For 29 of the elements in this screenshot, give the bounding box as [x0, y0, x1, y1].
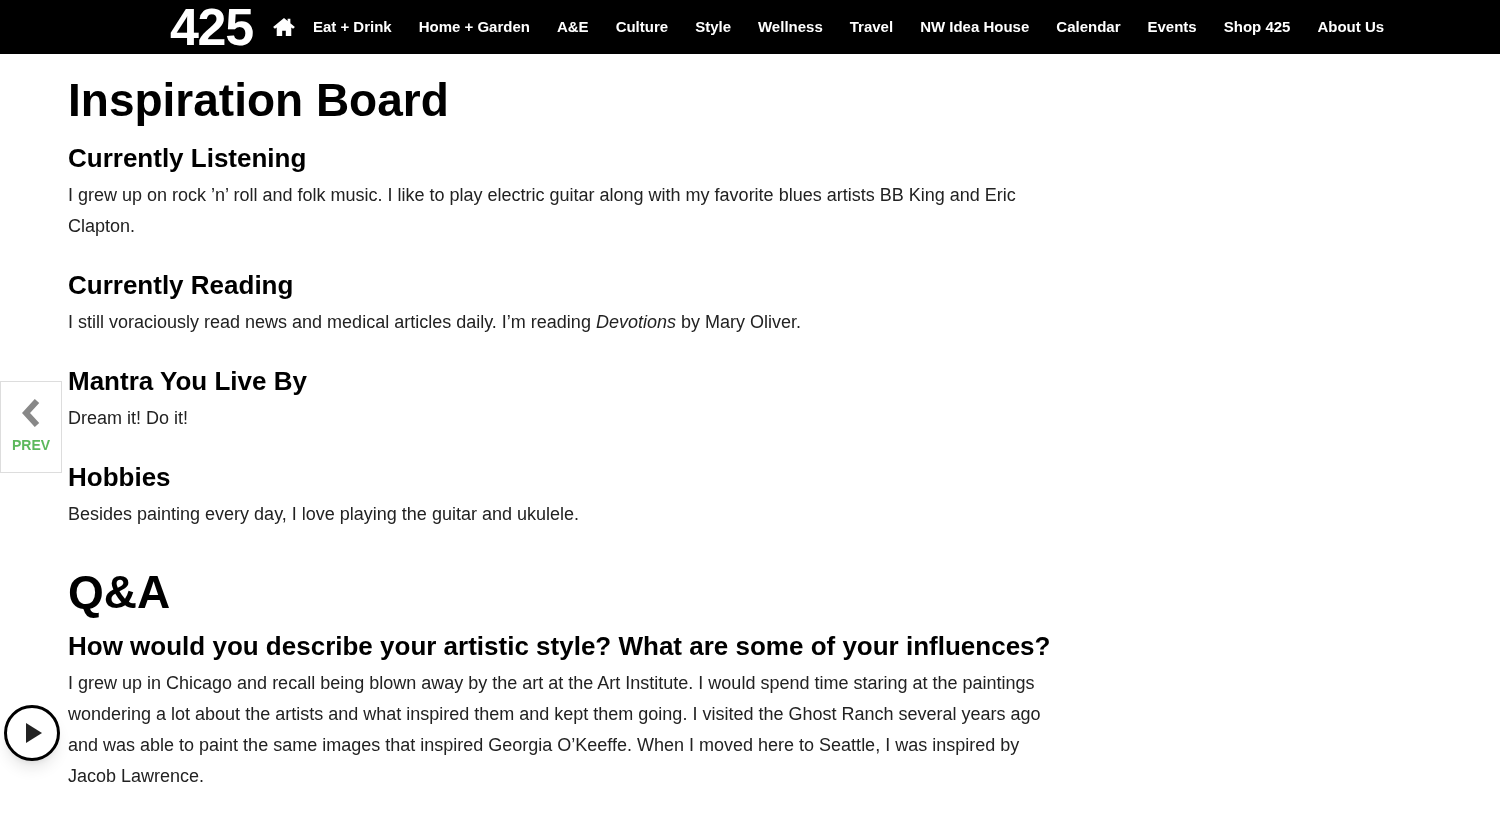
section-heading: Currently Listening — [68, 142, 308, 175]
nav-link[interactable]: Home + Garden — [418, 15, 530, 39]
nav-link[interactable]: Eat + Drink — [312, 15, 392, 39]
nav-link[interactable]: Events — [1147, 15, 1197, 39]
paragraph: Besides painting every day, I love playing the guitar and ukulele. — [68, 503, 580, 526]
nav-link[interactable]: Calendar — [1056, 15, 1121, 39]
page-title: Inspiration Board — [68, 73, 450, 128]
nav-link[interactable]: Style — [695, 15, 731, 39]
question-heading: How would you describe your artistic style? What are some of your influences? — [68, 630, 1052, 663]
paragraph: I grew up in Chicago and recall being blown away by the art at the Art Institute. I would spend time staring at the paintings wondering a lot about the artists and what inspired them and kept them going. I visited the Ghost Ranch several years ago and was able to paint the same images that inspired Georgia O’Keeffe. When I moved here to Seattle, I was inspired by Jacob Lawrence. — [68, 672, 1042, 788]
play-button[interactable] — [4, 705, 60, 761]
nav-link[interactable]: About Us — [1317, 15, 1385, 39]
nav-link[interactable]: Culture — [615, 15, 669, 39]
section-heading: Currently Reading — [68, 269, 295, 302]
paragraph: I grew up on rock ’n’ roll and folk music. I like to play electric guitar along with my favorite blues artists BB King and Eric Clapton. — [68, 184, 1017, 238]
nav-link[interactable]: Wellness — [758, 15, 823, 39]
section-heading: Hobbies — [68, 461, 172, 494]
paragraph: I still voraciously read news and medical articles daily. I’m reading Devotions by Mary Oliver. — [68, 311, 802, 334]
nav-link[interactable]: Travel — [849, 15, 894, 39]
home-icon[interactable] — [272, 17, 295, 37]
chevron-left-icon — [22, 398, 40, 427]
nav-link[interactable]: Shop 425 — [1223, 15, 1291, 39]
nav-link[interactable]: A&E — [556, 15, 589, 39]
paragraph: Dream it! Do it! — [68, 407, 190, 430]
nav-link[interactable]: NW Idea House — [920, 15, 1030, 39]
section-heading: Mantra You Live By — [68, 365, 308, 398]
site-logo[interactable]: 425 — [170, 1, 253, 53]
play-icon — [25, 723, 42, 743]
section-title: Q&A — [68, 565, 172, 620]
